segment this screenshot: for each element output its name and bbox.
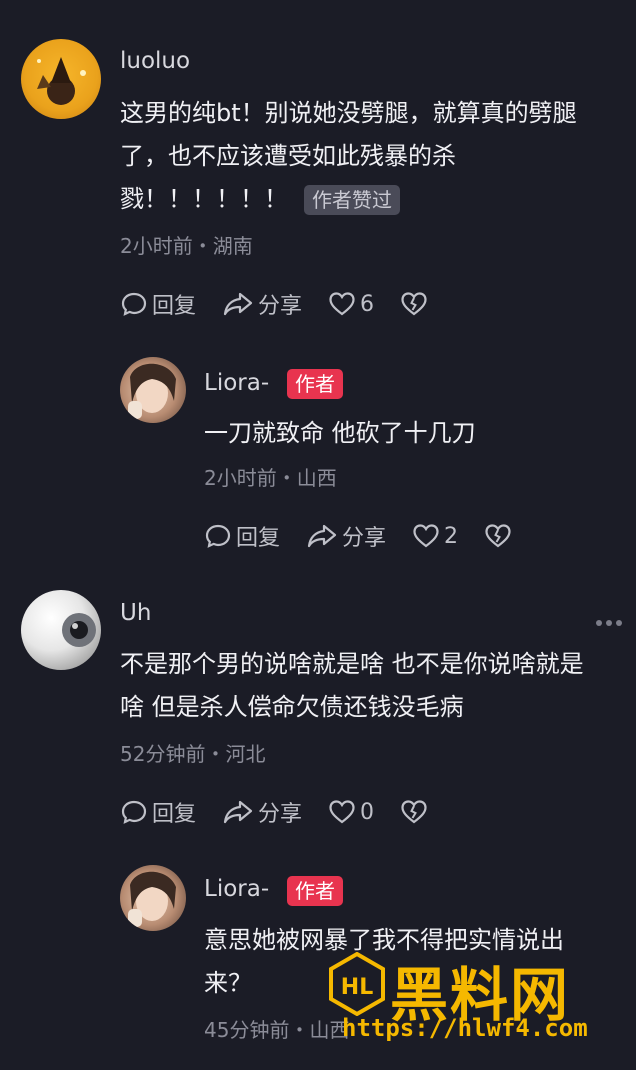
comment-actions: 回复 分享 2 [204,520,542,552]
more-options-button[interactable] [596,620,622,626]
dislike-button[interactable] [484,523,516,549]
avatar-image [128,871,176,927]
heart-icon [329,800,355,824]
username[interactable]: Liora- [204,876,269,902]
broken-heart-icon [401,800,427,824]
comment-meta: 52分钟前・河北 [120,742,266,766]
comment-icon [121,292,147,316]
heart-icon [413,524,439,548]
avatar-image [62,613,96,647]
username[interactable]: Liora- [204,370,269,396]
reply-label: 回复 [236,526,281,551]
share-label: 分享 [258,802,303,827]
reply-button[interactable]: 回复 [204,520,280,552]
share-button[interactable]: 分享 [306,520,386,552]
reply-label: 回复 [152,802,197,827]
author-badge: 作者 [287,369,343,399]
comment-meta: 2小时前・山西 [204,466,337,490]
comment-text-line-part: 戮！！！！！！ [120,185,288,213]
dislike-button[interactable] [400,799,432,825]
comment-text: 一刀就致命 他砍了十几刀 [204,419,476,447]
more-dots-icon [616,620,622,626]
comment-text-line: 戮！！！！！！ 作者赞过 [120,178,620,221]
watermark-logo: HL [329,952,385,1016]
like-count: 0 [360,799,375,825]
comment-text-line: 啥 但是杀人偿命欠债还钱没毛病 [120,693,464,721]
like-count: 6 [360,291,375,317]
watermark-url: https://hlwf4.com [342,1014,588,1042]
comment-icon [121,800,147,824]
more-dots-icon [606,620,612,626]
comment-actions: 回复 分享 6 [120,288,458,320]
share-icon [307,524,337,548]
broken-heart-icon [401,292,427,316]
watermark: HL 黑料网 https://hlwf4.com [328,948,618,1048]
like-button[interactable]: 0 [328,799,374,825]
reply-button[interactable]: 回复 [120,796,196,828]
username[interactable]: Uh [120,600,151,626]
share-label: 分享 [258,294,303,319]
reply-button[interactable]: 回复 [120,288,196,320]
comment-text-line: 这男的纯bt！别说她没劈腿，就算真的劈腿 [120,99,577,127]
avatar[interactable] [120,357,186,423]
avatar-image [37,57,86,105]
like-count: 2 [444,523,459,549]
more-dots-icon [596,620,602,626]
comment-text: 不是那个男的说啥就是啥 也不是你说啥就是 啥 但是杀人偿命欠债还钱没毛病 [120,643,625,729]
svg-text:HL: HL [341,975,373,1000]
avatar-image [128,363,176,419]
comment-meta: 2小时前・湖南 [120,234,253,258]
share-button[interactable]: 分享 [222,288,302,320]
comment-icon [205,524,231,548]
broken-heart-icon [485,524,511,548]
comment-text: 这男的纯bt！别说她没劈腿，就算真的劈腿 了，也不应该遭受如此残暴的杀 戮！！！… [120,92,620,221]
avatar[interactable] [21,590,101,670]
comment-actions: 回复 分享 0 [120,796,458,828]
dislike-button[interactable] [400,291,432,317]
share-label: 分享 [342,526,387,551]
reply-label: 回复 [152,294,197,319]
author-badge: 作者 [287,876,343,906]
like-button[interactable]: 2 [412,523,458,549]
avatar[interactable] [21,39,101,119]
comment-text-line: 不是那个男的说啥就是啥 也不是你说啥就是 [120,650,584,678]
like-button[interactable]: 6 [328,291,374,317]
heart-icon [329,292,355,316]
share-button[interactable]: 分享 [222,796,302,828]
share-icon [223,292,253,316]
avatar[interactable] [120,865,186,931]
share-icon [223,800,253,824]
comment-text-line: 了，也不应该遭受如此残暴的杀 [120,142,456,170]
author-liked-badge: 作者赞过 [304,185,400,215]
username[interactable]: luoluo [120,48,190,74]
